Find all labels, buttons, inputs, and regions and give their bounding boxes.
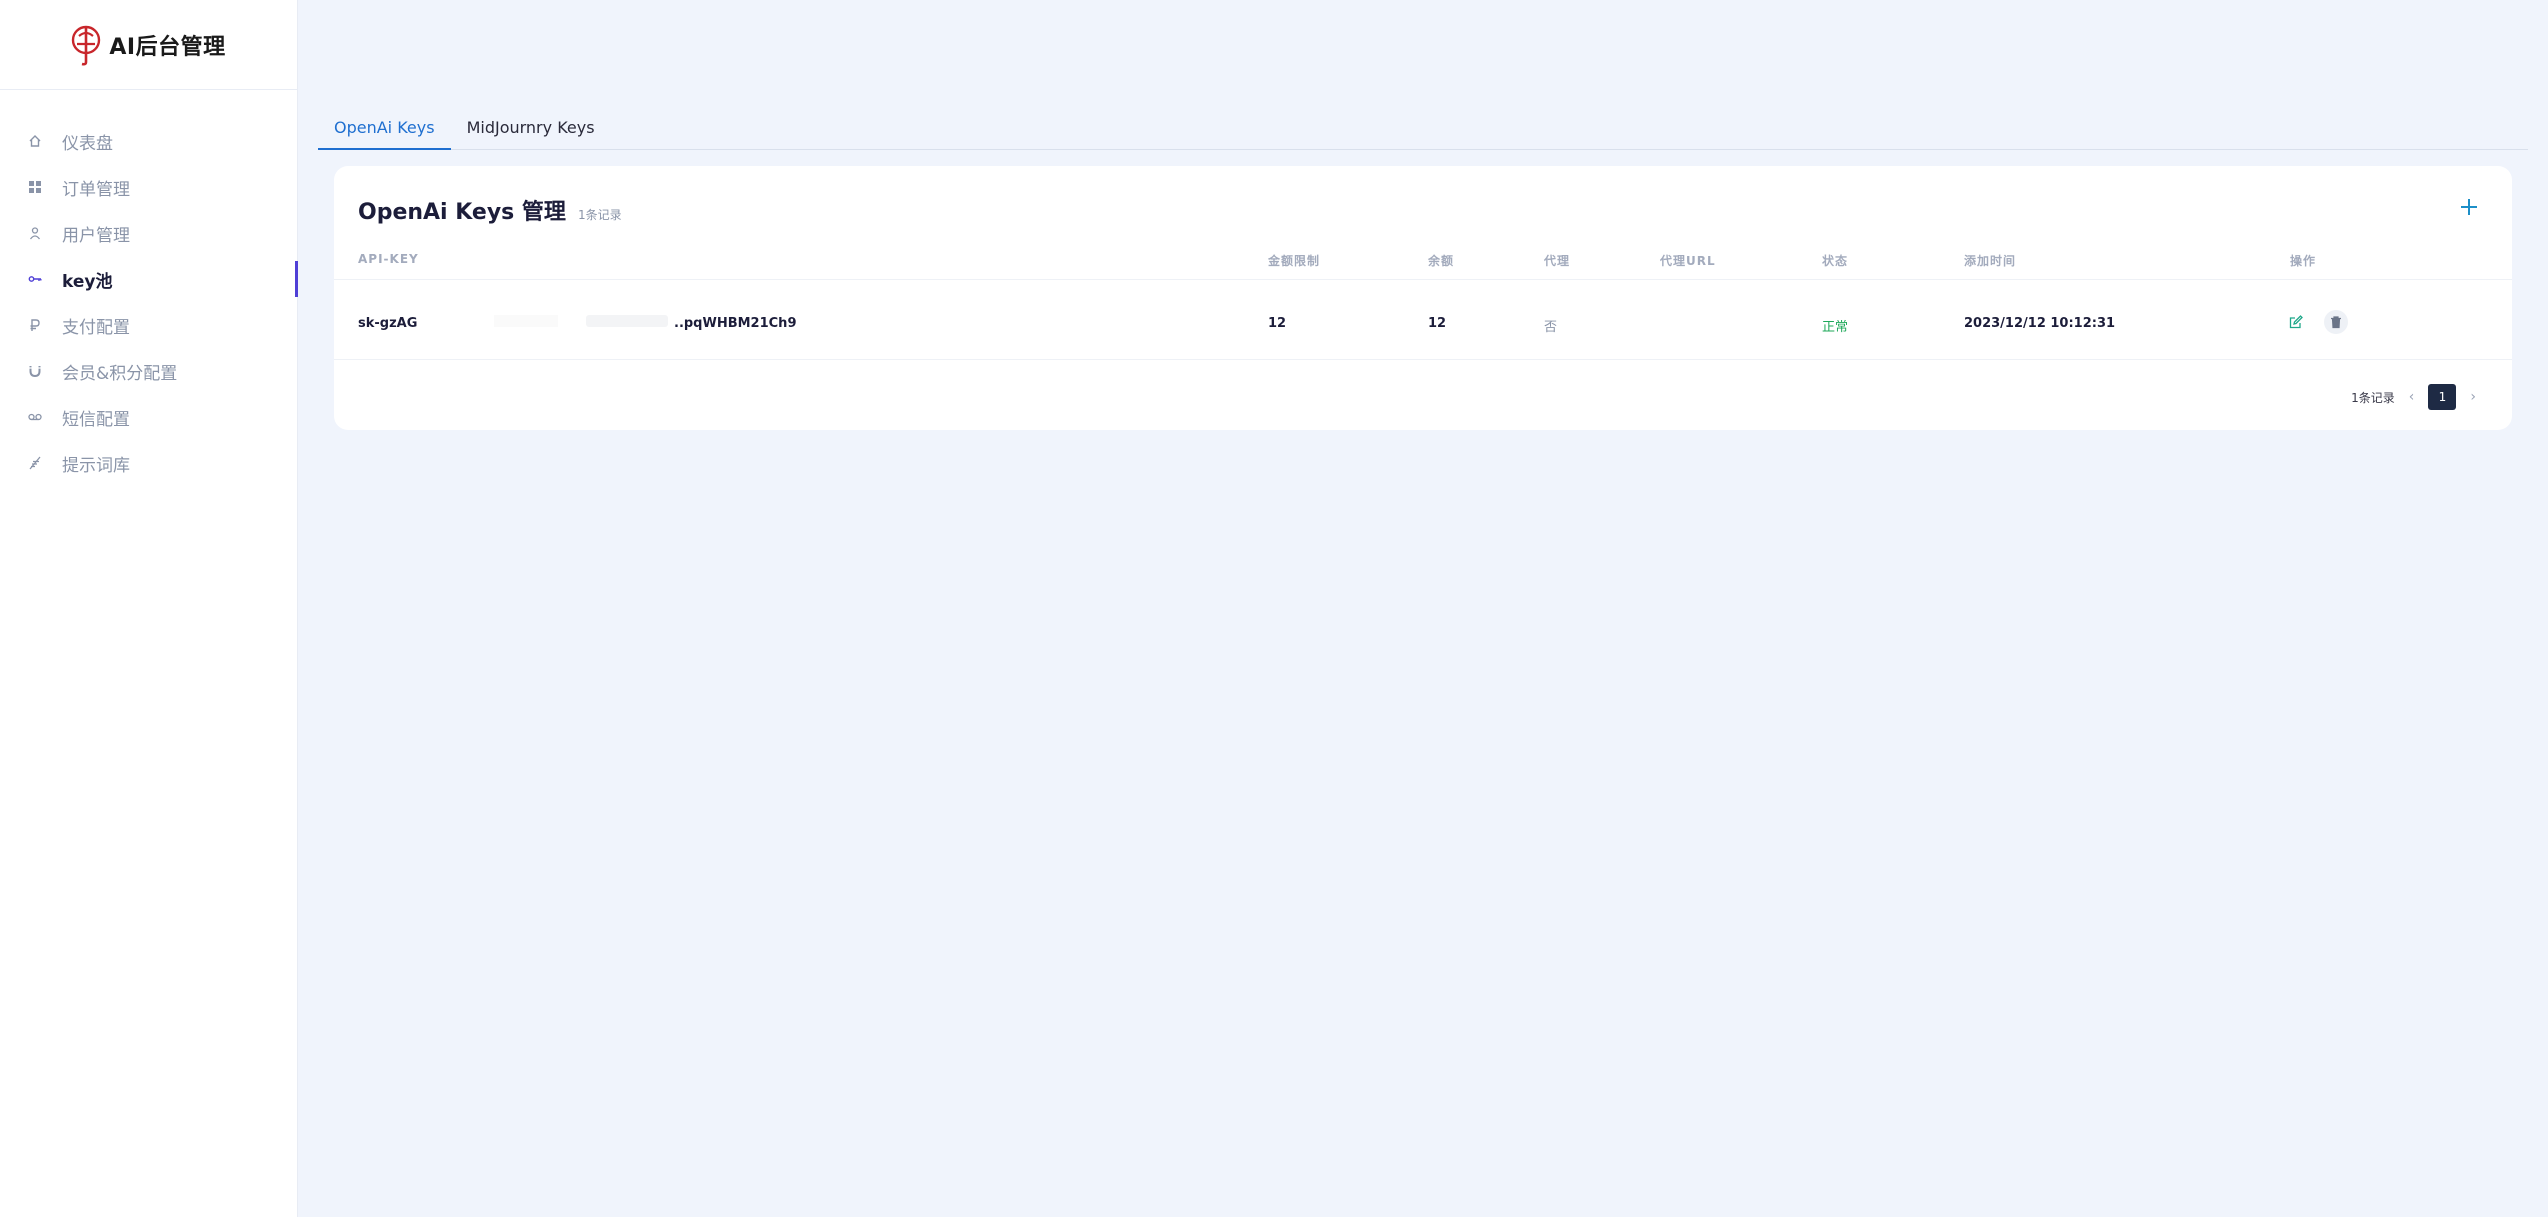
plus-icon bbox=[2461, 199, 2477, 215]
sidebar-item-label: 用户管理 bbox=[62, 225, 130, 246]
th-api-key[interactable]: API-KEY bbox=[358, 252, 419, 266]
prev-page-icon[interactable]: ‹ bbox=[2409, 389, 2415, 405]
sidebar-item-prompts[interactable]: 提示词库 bbox=[0, 440, 298, 486]
added-time: 2023/12/12 10:12:31 bbox=[1964, 316, 2116, 331]
logo-area[interactable]: AI后台管理 bbox=[0, 0, 297, 90]
key-icon bbox=[28, 272, 42, 286]
sidebar-item-membership[interactable]: 会员&积分配置 bbox=[0, 348, 298, 394]
sidebar-item-label: 支付配置 bbox=[62, 317, 130, 338]
api-key-redaction bbox=[586, 315, 668, 327]
proxy-value: 否 bbox=[1544, 320, 1558, 335]
table-header: API-KEY 金额限制 余额 代理 代理URL 状态 添加时间 操作 bbox=[334, 252, 2512, 280]
voicemail-icon bbox=[28, 410, 42, 424]
sidebar-item-label: 会员&积分配置 bbox=[62, 363, 178, 384]
status-badge: 正常 bbox=[1822, 320, 1849, 335]
sidebar-item-sms[interactable]: 短信配置 bbox=[0, 394, 298, 440]
api-key-end: ..pqWHBM21Ch9 bbox=[674, 316, 797, 331]
row-actions bbox=[2284, 310, 2348, 334]
th-status[interactable]: 状态 bbox=[1822, 252, 1848, 269]
sidebar-item-label: 提示词库 bbox=[62, 455, 130, 476]
limit-value: 12 bbox=[1268, 316, 1287, 331]
page-button-current[interactable]: 1 bbox=[2428, 384, 2457, 410]
balance-value: 12 bbox=[1428, 316, 1447, 331]
th-proxy[interactable]: 代理 bbox=[1544, 252, 1570, 269]
th-balance[interactable]: 余额 bbox=[1428, 252, 1454, 269]
sidebar-item-label: 订单管理 bbox=[62, 179, 130, 200]
sidebar-nav: 仪表盘 订单管理 用户管理 key池 支付配置 会员&积分配置 短信配置 提示词… bbox=[0, 118, 298, 486]
api-key-redaction bbox=[494, 315, 558, 327]
app-title: AI后台管理 bbox=[109, 34, 226, 60]
trash-icon bbox=[2331, 316, 2341, 329]
feather-icon bbox=[28, 456, 42, 470]
logo-icon bbox=[72, 25, 101, 66]
keys-card: OpenAi Keys 管理 1条记录 API-KEY 金额限制 余额 代理 代… bbox=[334, 166, 2512, 430]
sidebar-item-label: 仪表盘 bbox=[62, 133, 113, 154]
card-header: OpenAi Keys 管理 1条记录 bbox=[358, 194, 622, 226]
sidebar-item-dashboard[interactable]: 仪表盘 bbox=[0, 118, 298, 164]
main-content: OpenAi Keys MidJournry Keys OpenAi Keys … bbox=[298, 0, 2548, 1217]
sidebar-item-key-pool[interactable]: key池 bbox=[0, 256, 298, 302]
th-ops: 操作 bbox=[2290, 254, 2317, 268]
edit-button[interactable] bbox=[2284, 310, 2308, 334]
th-proxy-url[interactable]: 代理URL bbox=[1660, 252, 1716, 269]
tab-midjourney-keys[interactable]: MidJournry Keys bbox=[451, 112, 611, 150]
edit-icon bbox=[2289, 315, 2303, 329]
pagination-total: 1条记录 bbox=[2351, 390, 2395, 405]
home-icon bbox=[28, 134, 42, 148]
sidebar-item-label: 短信配置 bbox=[62, 409, 130, 430]
table-row[interactable]: sk-gzAG ..pqWHBM21Ch9 12 12 否 正常 2023/12… bbox=[334, 288, 2512, 360]
sidebar-item-users[interactable]: 用户管理 bbox=[0, 210, 298, 256]
user-icon bbox=[28, 226, 42, 240]
sidebar: AI后台管理 仪表盘 订单管理 用户管理 key池 支付配置 会员&积分配置 短… bbox=[0, 0, 298, 1217]
record-count: 1条记录 bbox=[577, 208, 622, 222]
sidebar-item-orders[interactable]: 订单管理 bbox=[0, 164, 298, 210]
key-tabs: OpenAi Keys MidJournry Keys bbox=[318, 112, 2528, 150]
th-added[interactable]: 添加时间 bbox=[1964, 252, 2016, 269]
magnet-icon bbox=[28, 364, 42, 378]
api-key-start: sk-gzAG bbox=[358, 316, 418, 331]
tab-openai-keys[interactable]: OpenAi Keys bbox=[318, 112, 451, 150]
pagination: 1条记录 ‹ 1 › bbox=[2351, 384, 2476, 410]
sidebar-item-payment[interactable]: 支付配置 bbox=[0, 302, 298, 348]
next-page-icon[interactable]: › bbox=[2470, 389, 2476, 405]
delete-button[interactable] bbox=[2324, 310, 2348, 334]
card-title: OpenAi Keys 管理 bbox=[358, 200, 566, 225]
grid-icon bbox=[28, 180, 42, 194]
th-limit[interactable]: 金额限制 bbox=[1268, 252, 1320, 269]
add-key-button[interactable] bbox=[2456, 194, 2482, 220]
sidebar-item-label: key池 bbox=[62, 271, 113, 292]
ruble-icon bbox=[28, 318, 42, 332]
